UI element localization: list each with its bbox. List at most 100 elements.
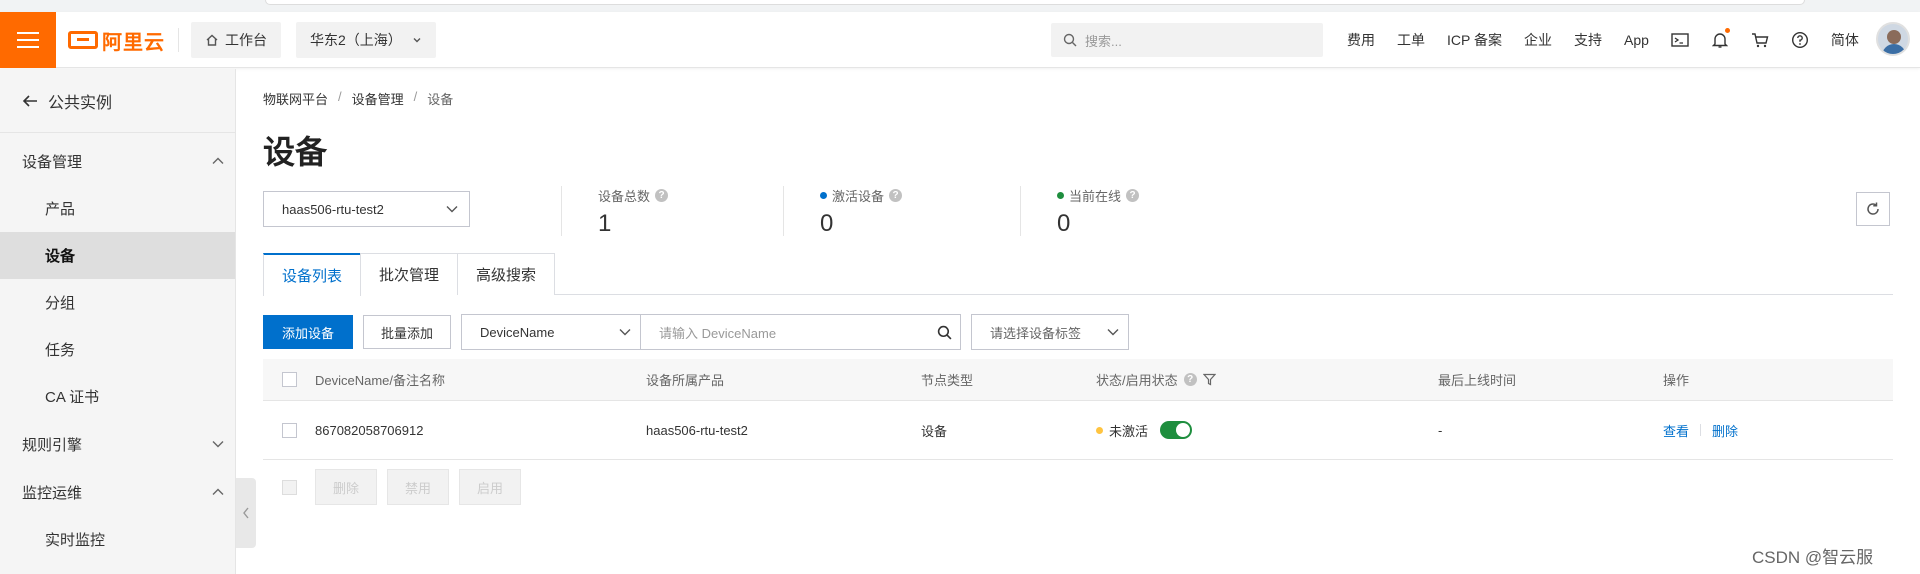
cart-icon[interactable] — [1750, 30, 1770, 50]
help-icon[interactable]: ? — [889, 189, 903, 202]
stat-value: 1 — [598, 210, 612, 237]
header-product: 设备所属产品 — [646, 373, 725, 388]
cell-device-name: 867082058706912 — [315, 422, 424, 438]
sidebar-group-label: 监控运维 — [22, 484, 83, 502]
help-icon[interactable]: ? — [1183, 373, 1197, 386]
stat-label: 当前在线 ? — [1057, 186, 1140, 205]
link-app[interactable]: App — [1624, 32, 1649, 48]
stat-value: 0 — [1057, 210, 1071, 237]
sidebar-back-public-instance[interactable]: 公共实例 — [0, 69, 235, 133]
stat-activated-devices: 激活设备 ? 0 — [783, 186, 903, 237]
tab-device-list[interactable]: 设备列表 — [263, 253, 362, 296]
sidebar-collapse-handle[interactable] — [236, 478, 256, 548]
bulk-select-checkbox[interactable] — [282, 479, 297, 495]
device-search-input[interactable]: 请输入 DeviceName — [641, 314, 962, 350]
stat-value: 0 — [820, 210, 834, 237]
search-icon[interactable] — [937, 325, 952, 340]
workbench-button[interactable]: 工作台 — [191, 22, 281, 58]
breadcrumb-current: 设备 — [427, 92, 454, 107]
top-search-placeholder: 搜索... — [1085, 33, 1122, 49]
user-avatar[interactable] — [1876, 22, 1910, 56]
link-support[interactable]: 支持 — [1574, 30, 1602, 50]
top-links: 费用 工单 ICP 备案 企业 支持 App 简体 — [1336, 12, 1870, 68]
header-status-cell: 状态/启用状态 ? — [1096, 370, 1216, 389]
home-icon — [206, 34, 218, 46]
header-device-name: DeviceName/备注名称 — [315, 373, 446, 388]
stat-label-text: 当前在线 — [1069, 189, 1122, 204]
device-tag-placeholder: 请选择设备标签 — [990, 325, 1082, 341]
breadcrumb-device-management[interactable]: 设备管理 — [352, 89, 404, 108]
header-status: 状态/启用状态 — [1096, 373, 1178, 388]
main-content: 物联网平台 / 设备管理 / 设备 设备 haas506-rtu-test2 设… — [263, 69, 1893, 574]
header-last-online: 最后上线时间 — [1438, 373, 1517, 388]
sidebar-item-group[interactable]: 分组 — [0, 279, 235, 326]
top-search-input[interactable]: 搜索... — [1051, 23, 1323, 57]
cell-node-type: 设备 — [921, 423, 948, 439]
page-title: 设备 — [263, 134, 328, 170]
tab-advanced-search[interactable]: 高级搜索 — [457, 253, 556, 295]
breadcrumb-iot-platform[interactable]: 物联网平台 — [263, 89, 328, 108]
stat-online-devices: 当前在线 ? 0 — [1020, 186, 1140, 237]
status-dot-green — [1057, 192, 1064, 199]
arrow-left-icon — [22, 94, 37, 107]
sidebar-item-device[interactable]: 设备 — [0, 232, 235, 279]
region-select[interactable]: 华东2（上海） — [296, 22, 436, 58]
link-billing[interactable]: 费用 — [1347, 30, 1375, 50]
view-link[interactable]: 查看 — [1663, 421, 1689, 440]
sidebar-back-label: 公共实例 — [48, 94, 113, 112]
row-checkbox-cell — [282, 422, 297, 438]
table-row: 867082058706912 haas506-rtu-test2 设备 未激活… — [263, 401, 1893, 460]
chevron-down-icon — [212, 441, 224, 448]
help-icon[interactable]: ? — [655, 189, 669, 202]
batch-add-button[interactable]: 批量添加 — [363, 315, 452, 349]
row-checkbox[interactable] — [282, 422, 297, 438]
aliyun-logo[interactable]: 阿里云 — [68, 26, 165, 54]
enable-toggle[interactable] — [1160, 421, 1193, 439]
refresh-button[interactable] — [1856, 192, 1890, 226]
bulk-disable-button[interactable]: 禁用 — [387, 469, 450, 505]
bulk-delete-button[interactable]: 删除 — [315, 469, 378, 505]
sidebar-item-product[interactable]: 产品 — [0, 185, 235, 232]
sidebar: 公共实例 设备管理 产品 设备 分组 任务 CA 证书 规则引擎 监控运维 实时… — [0, 69, 236, 574]
sidebar-group-device-management[interactable]: 设备管理 — [0, 137, 235, 185]
link-enterprise[interactable]: 企业 — [1524, 30, 1552, 50]
terminal-icon[interactable] — [1670, 30, 1690, 50]
help-icon[interactable] — [1790, 30, 1810, 50]
breadcrumb-separator: / — [338, 89, 342, 104]
bell-icon[interactable] — [1710, 28, 1730, 50]
filter-icon[interactable] — [1202, 373, 1216, 386]
address-bar — [265, 0, 1805, 5]
sidebar-item-task[interactable]: 任务 — [0, 326, 235, 373]
bulk-enable-button[interactable]: 启用 — [459, 469, 522, 505]
tab-batch-management[interactable]: 批次管理 — [360, 253, 459, 295]
tabs: 设备列表 批次管理 高级搜索 — [263, 253, 1893, 296]
csdn-watermark: CSDN @智云服 — [1752, 548, 1874, 567]
logo-text: 阿里云 — [102, 31, 165, 54]
breadcrumb-separator: / — [413, 89, 418, 104]
search-field-select[interactable]: DeviceName — [461, 314, 642, 350]
bulk-action-bar: 删除 禁用 启用 — [263, 469, 522, 505]
delete-link[interactable]: 删除 — [1712, 421, 1738, 440]
chevron-down-icon — [1107, 329, 1119, 336]
help-icon[interactable]: ? — [1126, 189, 1140, 202]
top-navigation: 阿里云 工作台 华东2（上海） 搜索... 费用 工单 ICP 备案 企业 支持… — [0, 12, 1920, 68]
sidebar-group-monitoring[interactable]: 监控运维 — [0, 468, 235, 516]
sidebar-item-ca-cert[interactable]: CA 证书 — [0, 373, 235, 420]
device-tag-select[interactable]: 请选择设备标签 — [971, 314, 1130, 350]
search-icon — [1063, 33, 1077, 47]
device-table: DeviceName/备注名称 设备所属产品 节点类型 状态/启用状态 ? 最后… — [263, 359, 1893, 460]
sidebar-item-realtime-monitor[interactable]: 实时监控 — [0, 516, 235, 563]
sidebar-group-rule-engine[interactable]: 规则引擎 — [0, 420, 235, 468]
link-icp[interactable]: ICP 备案 — [1447, 30, 1502, 50]
add-device-button[interactable]: 添加设备 — [263, 315, 354, 349]
product-select[interactable]: haas506-rtu-test2 — [263, 191, 470, 227]
menu-icon[interactable] — [0, 12, 56, 68]
workbench-label: 工作台 — [225, 32, 267, 48]
chevron-left-icon — [243, 507, 249, 519]
sidebar-group-label: 规则引擎 — [22, 436, 83, 454]
toolbar: 添加设备 批量添加 DeviceName 请输入 DeviceName 请选择设… — [263, 314, 1130, 350]
select-all-checkbox[interactable] — [282, 372, 297, 387]
link-ticket[interactable]: 工单 — [1397, 30, 1425, 50]
language-switch[interactable]: 简体 — [1831, 30, 1859, 50]
status-dot-inactive — [1096, 426, 1103, 434]
